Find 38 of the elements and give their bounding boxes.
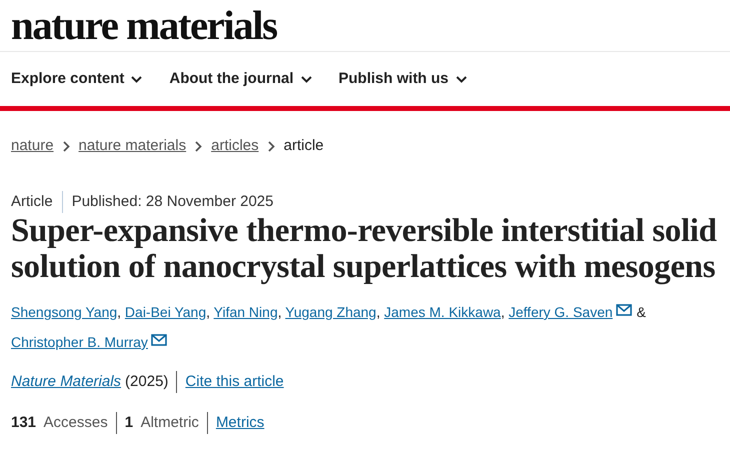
cite-link[interactable]: Cite this article — [185, 371, 284, 394]
email-icon — [150, 334, 167, 346]
nav-menu[interactable]: Publish with us — [338, 68, 467, 90]
separator-text: , — [278, 304, 282, 320]
author-link[interactable]: James M. Kikkawa — [384, 304, 501, 320]
publication-year: (2025) — [125, 371, 178, 394]
article-title: Super-expansive thermo-reversible interstitial solid solution of nanocrystal superlattices with mesogens — [10, 213, 718, 285]
chevron-down-icon — [131, 76, 142, 82]
separator-text: , — [206, 304, 210, 320]
breadcrumb-current: article — [284, 136, 324, 156]
breadcrumb-link[interactable]: articles — [211, 135, 259, 158]
chevron-down-icon — [456, 76, 467, 82]
author-link[interactable]: Yifan Ning — [214, 304, 278, 320]
breadcrumb-link[interactable]: nature — [11, 135, 54, 158]
email-icon — [616, 304, 632, 316]
logo[interactable]: nature materials — [11, 2, 277, 48]
journal-link[interactable]: Nature Materials — [11, 371, 122, 394]
nav-menu[interactable]: Explore content — [11, 68, 142, 90]
separator-text: , — [117, 304, 122, 320]
article-type: Article — [11, 190, 63, 213]
metrics-link[interactable]: Metrics — [216, 414, 264, 430]
author-link[interactable]: Shengsong Yang — [11, 304, 118, 320]
breadcrumb-link[interactable]: nature materials — [78, 135, 186, 158]
author-link[interactable]: Jeffery G. Saven — [508, 304, 632, 320]
chevron-right-icon — [268, 140, 275, 152]
metric-text: 1 Altmetric — [124, 412, 208, 434]
separator-text: , — [500, 304, 505, 320]
nav-menu[interactable]: About the journal — [169, 68, 312, 90]
chevron-right-icon — [62, 140, 70, 152]
author-link[interactable]: Christopher B. Murray — [11, 334, 167, 350]
author-link[interactable]: Dai-Bei Yang — [124, 304, 206, 320]
separator-text: & — [636, 304, 646, 320]
separator-text: , — [376, 304, 380, 320]
author-link[interactable]: Yugang Zhang — [285, 304, 376, 320]
metric-text: 131 Accesses — [11, 412, 117, 434]
chevron-down-icon — [300, 76, 312, 82]
published-date: Published: 28 November 2025 — [70, 192, 274, 212]
chevron-right-icon — [195, 140, 202, 152]
